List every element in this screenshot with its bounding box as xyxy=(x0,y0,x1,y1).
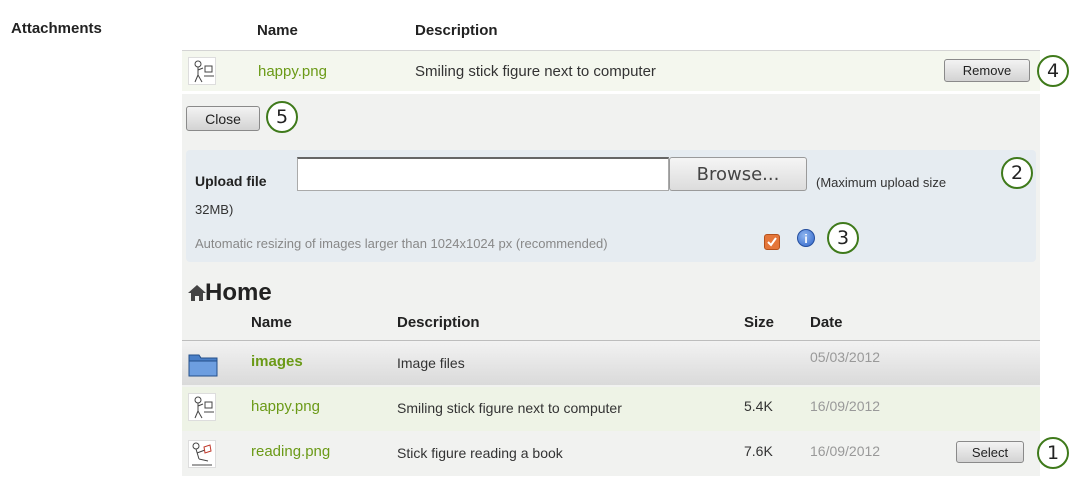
file-size: 5.4K xyxy=(744,398,773,414)
checkmark-icon xyxy=(767,237,777,247)
file-date: 16/09/2012 xyxy=(810,398,881,414)
callout-2: 2 xyxy=(1001,157,1033,189)
image-thumbnail-icon xyxy=(188,440,216,473)
file-description: Smiling stick figure next to computer xyxy=(397,400,622,416)
file-size: 7.6K xyxy=(744,443,773,459)
callout-1: 1 xyxy=(1037,437,1069,469)
files-header-name: Name xyxy=(251,314,292,331)
table-row: happy.png Smiling stick figure next to c… xyxy=(182,387,1040,431)
attachments-header-description: Description xyxy=(415,22,498,39)
image-thumbnail-icon xyxy=(188,393,216,426)
file-link[interactable]: happy.png xyxy=(251,398,320,415)
close-button[interactable]: Close xyxy=(186,106,260,131)
max-upload-size-text: (Maximum upload size xyxy=(816,175,947,190)
files-header-date: Date xyxy=(810,314,843,331)
image-thumbnail-icon xyxy=(188,57,216,90)
callout-4: 4 xyxy=(1037,55,1069,87)
table-row: reading.png Stick figure reading a book … xyxy=(182,432,1040,476)
attachment-row: happy.png Smiling stick figure next to c… xyxy=(182,51,1040,91)
file-date: 16/09/2012 xyxy=(810,443,881,459)
table-row: images Image files 05/03/2012 xyxy=(182,341,1040,385)
file-description: Stick figure reading a book xyxy=(397,445,563,461)
files-header-size: Size xyxy=(744,314,775,331)
file-date: 05/03/2012 xyxy=(810,349,881,365)
upload-file-input[interactable] xyxy=(297,157,669,191)
callout-3: 3 xyxy=(827,222,859,254)
home-icon xyxy=(187,284,207,307)
attachments-label: Attachments xyxy=(11,20,102,37)
info-icon[interactable]: i xyxy=(797,229,815,247)
home-title: Home xyxy=(205,279,272,306)
files-header-description: Description xyxy=(397,314,480,331)
callout-5: 5 xyxy=(266,101,298,133)
file-link[interactable]: reading.png xyxy=(251,443,330,460)
select-button[interactable]: Select xyxy=(956,441,1024,463)
attachment-filename-link[interactable]: happy.png xyxy=(258,63,327,80)
upload-file-label: Upload file xyxy=(195,173,267,189)
file-description: Image files xyxy=(397,355,465,371)
remove-button[interactable]: Remove xyxy=(944,59,1030,82)
attachment-description: Smiling stick figure next to computer xyxy=(415,63,656,80)
folder-link[interactable]: images xyxy=(251,353,303,370)
attachments-header-name: Name xyxy=(257,22,298,39)
folder-icon[interactable] xyxy=(188,351,218,382)
browse-button[interactable]: Browse... xyxy=(669,157,807,191)
auto-resize-label: Automatic resizing of images larger than… xyxy=(195,236,608,251)
auto-resize-checkbox[interactable] xyxy=(764,234,780,250)
max-upload-size-value: 32MB) xyxy=(195,202,234,217)
